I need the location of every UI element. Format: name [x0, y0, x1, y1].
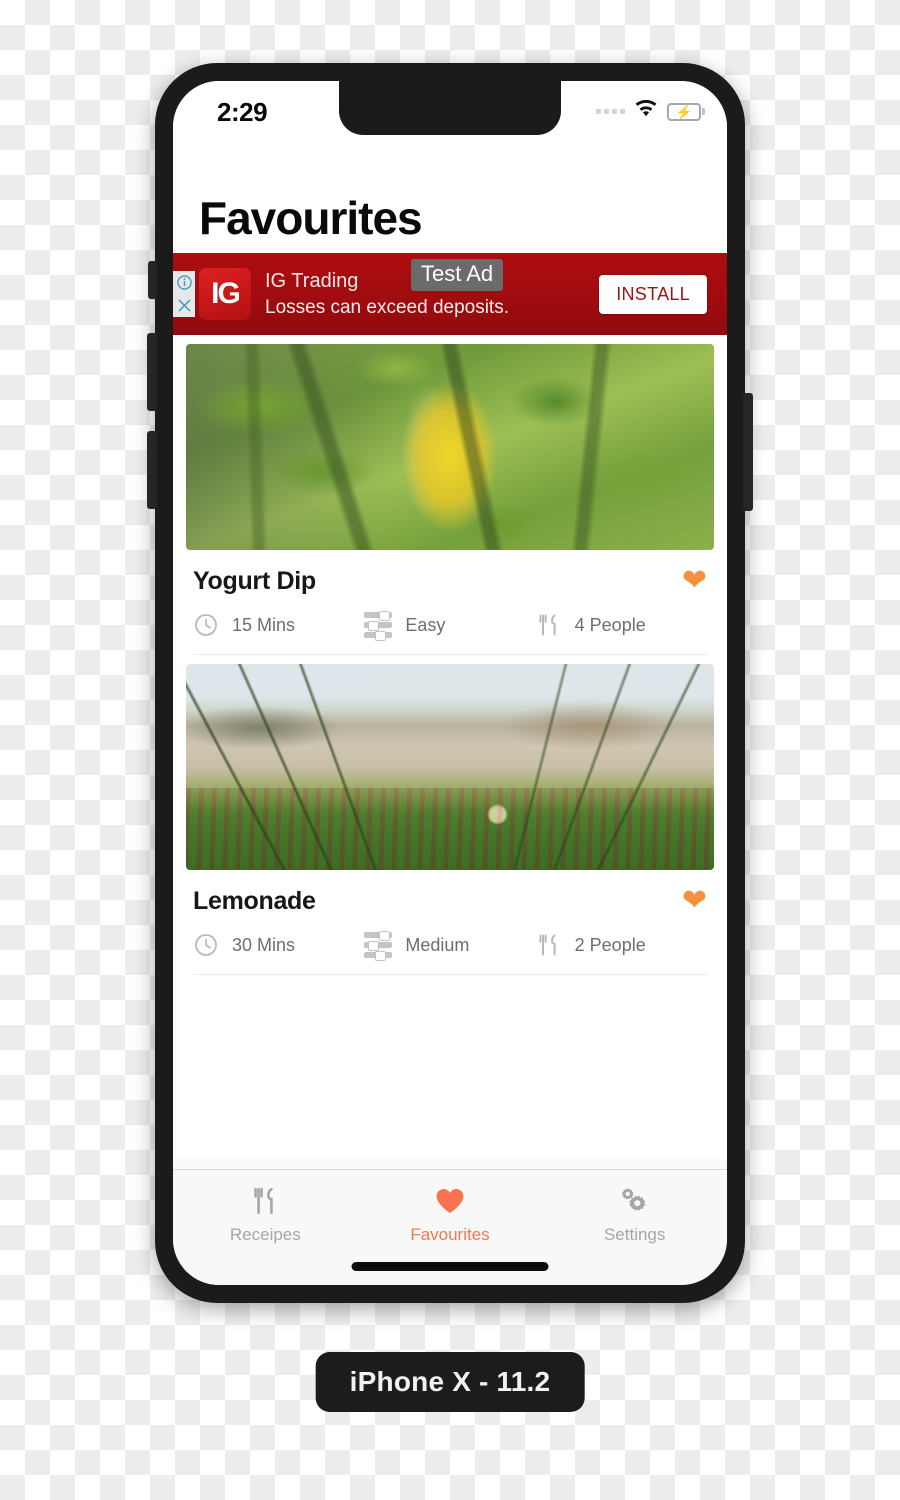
fork-knife-icon [536, 612, 562, 638]
recipe-meta-row: 15 Mins Easy 4 People [193, 611, 707, 655]
volume-up-button[interactable] [147, 333, 157, 411]
recipe-title: Lemonade [193, 886, 316, 915]
ad-controls [173, 271, 195, 317]
recipe-photo[interactable] [186, 664, 714, 870]
recipe-time-label: 15 Mins [232, 614, 296, 635]
recipe-meta-time: 30 Mins [193, 932, 364, 958]
recipe-difficulty-label: Medium [405, 934, 470, 955]
signal-dots-icon [596, 109, 625, 114]
fork-knife-icon [251, 1184, 279, 1218]
recipe-header: Lemonade ❤ [193, 886, 707, 916]
page-title: Favourites [199, 192, 423, 244]
recipe-difficulty-label: Easy [405, 614, 446, 635]
tab-receipes-label: Receipes [229, 1225, 301, 1244]
favourites-list[interactable]: Yogurt Dip ❤ 15 Mins Easy 4 People Lemon… [173, 335, 727, 1159]
recipe-meta-row: 30 Mins Medium 2 People [193, 931, 707, 975]
status-bar-indicators: ⚡ [596, 99, 705, 123]
ad-banner[interactable]: IG IG Trading Losses can exceed deposits… [173, 253, 727, 335]
tab-bar: Receipes Favourites Settings [173, 1169, 727, 1285]
difficulty-bars-icon [364, 611, 393, 641]
home-indicator[interactable] [351, 1262, 549, 1271]
difficulty-bars-icon [364, 931, 393, 961]
tab-receipes[interactable]: Receipes [173, 1184, 358, 1245]
power-button[interactable] [743, 393, 753, 511]
recipe-meta-servings: 4 People [536, 612, 707, 638]
battery-charging-icon: ⚡ [667, 102, 705, 121]
recipe-meta-difficulty: Medium [364, 931, 535, 961]
recipe-card[interactable]: Lemonade ❤ 30 Mins Medium 2 People [173, 664, 727, 975]
gears-icon [619, 1184, 651, 1218]
navigation-bar: Favourites [173, 143, 727, 253]
recipe-card[interactable]: Yogurt Dip ❤ 15 Mins Easy 4 People [173, 344, 727, 655]
tab-settings-label: Settings [603, 1225, 666, 1244]
phone-screen: 2:29 ⚡ Favourites IG IG Trading Losses c… [173, 81, 727, 1285]
tab-settings[interactable]: Settings [542, 1184, 727, 1245]
recipe-header: Yogurt Dip ❤ [193, 566, 707, 596]
fork-knife-icon [536, 932, 562, 958]
recipe-meta-difficulty: Easy [364, 611, 535, 641]
heart-filled-icon [434, 1184, 466, 1218]
recipe-servings-label: 2 People [574, 934, 646, 955]
clock-icon [193, 612, 219, 638]
info-icon[interactable] [173, 271, 195, 294]
close-icon[interactable] [173, 294, 195, 317]
recipe-meta-time: 15 Mins [193, 612, 364, 638]
recipe-meta-servings: 2 People [536, 932, 707, 958]
phone-frame: 2:29 ⚡ Favourites IG IG Trading Losses c… [147, 63, 753, 1303]
volume-down-button[interactable] [147, 431, 157, 509]
status-bar-time: 2:29 [217, 97, 268, 127]
recipe-details: Yogurt Dip ❤ 15 Mins Easy 4 People [173, 550, 727, 655]
device-label: iPhone X - 11.2 [315, 1352, 585, 1412]
recipe-time-label: 30 Mins [232, 934, 296, 955]
notch [339, 81, 561, 135]
mute-switch-button[interactable] [148, 261, 157, 299]
ad-disclaimer: Losses can exceed deposits. [265, 296, 509, 318]
tab-favourites[interactable]: Favourites [358, 1184, 543, 1245]
recipe-details: Lemonade ❤ 30 Mins Medium 2 People [173, 870, 727, 975]
recipe-title: Yogurt Dip [193, 566, 316, 595]
recipe-servings-label: 4 People [574, 614, 646, 635]
ad-install-button[interactable]: INSTALL [599, 274, 707, 314]
test-ad-badge: Test Ad [411, 259, 504, 292]
ad-advertiser-logo: IG [199, 268, 251, 320]
recipe-photo[interactable] [186, 344, 714, 550]
wifi-icon [634, 99, 658, 123]
heart-filled-icon[interactable]: ❤ [682, 886, 707, 916]
tab-favourites-label: Favourites [410, 1225, 490, 1244]
clock-icon [193, 932, 219, 958]
heart-filled-icon[interactable]: ❤ [682, 566, 707, 596]
